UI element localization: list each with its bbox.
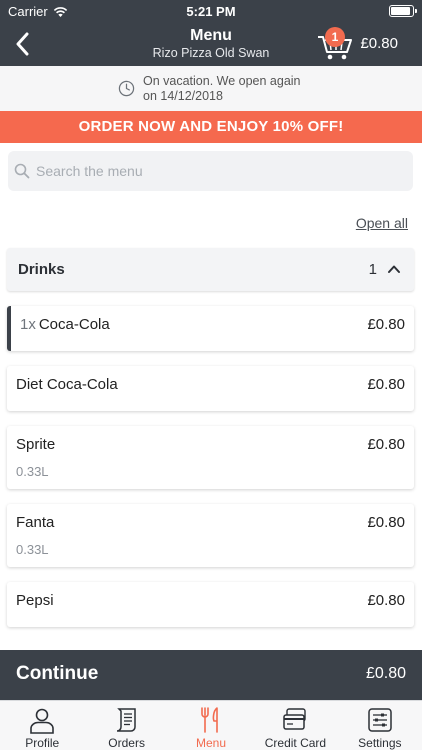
tab-label: Orders (108, 736, 145, 750)
continue-total: £0.80 (365, 665, 406, 682)
vacation-notice-line2: on 14/12/2018 (143, 89, 223, 103)
vacation-notice-text: On vacation. We open again on 14/12/2018 (143, 74, 343, 104)
search-input[interactable] (36, 163, 396, 179)
item-price: £0.80 (367, 514, 405, 531)
status-bar: Carrier 5:21 PM (0, 0, 422, 22)
menu-item-sprite[interactable]: Sprite £0.80 0.33L (7, 426, 414, 489)
cart-button[interactable]: 1 (316, 27, 356, 62)
tab-label: Profile (25, 736, 60, 750)
item-price: £0.80 (367, 316, 405, 333)
item-description: 0.33L (16, 542, 49, 557)
chevron-up-icon (388, 265, 400, 273)
category-count: 1 (368, 261, 377, 278)
item-name: 1x Coca-Cola (20, 316, 110, 333)
menu-item-pepsi[interactable]: Pepsi £0.80 (7, 582, 414, 627)
menu-item-diet-coca-cola[interactable]: Diet Coca-Cola £0.80 (7, 366, 414, 411)
menu-item-coca-cola[interactable]: 1x Coca-Cola £0.80 (7, 306, 414, 351)
category-name: Drinks (18, 261, 65, 278)
tab-settings[interactable]: Settings (338, 701, 422, 750)
item-label: Diet Coca-Cola (16, 376, 118, 393)
item-label: Fanta (16, 514, 55, 531)
orders-icon (116, 708, 136, 732)
item-price: £0.80 (367, 376, 405, 393)
open-all-link[interactable]: Open all (356, 215, 408, 231)
item-label: Sprite (16, 436, 56, 453)
tab-label: Menu (196, 736, 227, 750)
promo-banner: ORDER NOW AND ENJOY 10% OFF! (0, 111, 422, 143)
tab-menu[interactable]: Menu (169, 701, 253, 750)
continue-label: Continue (16, 663, 99, 684)
item-price: £0.80 (367, 436, 405, 453)
tab-label: Credit Card (264, 736, 327, 750)
vacation-notice-line1: On vacation. We open again (143, 74, 301, 88)
clock-icon (118, 80, 135, 97)
page-title: Menu (190, 27, 232, 44)
menu-icon (201, 707, 218, 733)
item-price: £0.80 (367, 592, 405, 609)
profile-icon (30, 708, 55, 734)
search-icon (14, 163, 30, 179)
tab-profile[interactable]: Profile (0, 701, 84, 750)
vacation-notice: On vacation. We open again on 14/12/2018 (0, 66, 422, 111)
cart-total: £0.80 (360, 35, 398, 52)
battery-icon (389, 5, 417, 17)
item-label: Coca-Cola (38, 316, 110, 333)
top-bar: Carrier 5:21 PM Menu Rizo Pizza Old Swan… (0, 0, 422, 66)
credit-card-icon (283, 708, 307, 730)
item-label: Pepsi (16, 592, 54, 609)
restaurant-name: Rizo Pizza Old Swan (152, 46, 270, 60)
item-description: 0.33L (16, 464, 49, 479)
search-bar[interactable] (8, 151, 413, 191)
tab-label: Settings (358, 736, 402, 750)
status-time: 5:21 PM (186, 4, 236, 19)
category-drinks[interactable]: Drinks 1 (7, 248, 414, 291)
tab-bar: Profile Orders Menu Credit Card Settings (0, 700, 422, 750)
settings-icon (368, 708, 392, 732)
cart-count-badge: 1 (325, 27, 345, 47)
menu-item-fanta[interactable]: Fanta £0.80 0.33L (7, 504, 414, 567)
tab-orders[interactable]: Orders (84, 701, 168, 750)
item-quantity: 1x (20, 316, 36, 333)
tab-credit-card[interactable]: Credit Card (253, 701, 337, 750)
continue-button[interactable]: Continue £0.80 (0, 650, 422, 700)
